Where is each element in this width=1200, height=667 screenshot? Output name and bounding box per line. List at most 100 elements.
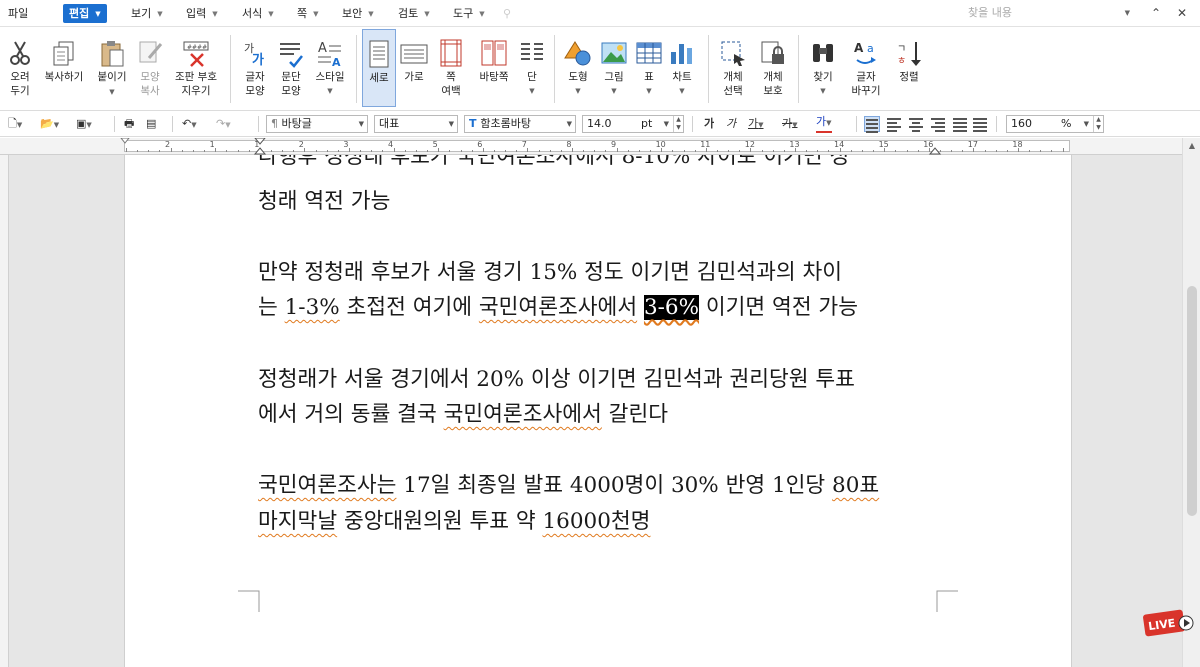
menu-format[interactable]: 서식 ▼	[242, 4, 274, 23]
background-page-label: 바탕쪽	[479, 71, 509, 83]
chevron-down-icon: ▼	[268, 9, 274, 18]
find-label: 찾기	[813, 71, 833, 83]
format-copy-button[interactable]: 모양 복사	[134, 29, 166, 107]
chevron-down-icon: ▼	[16, 121, 23, 129]
sort-icon: ㄱㅎ	[897, 42, 921, 67]
table-label: 표	[644, 71, 654, 83]
paste-button[interactable]: 붙이기 ▼	[94, 29, 130, 107]
undo-icon[interactable]: ↶▼	[182, 115, 197, 133]
replace-button[interactable]: Aa 글자 바꾸기	[846, 29, 886, 107]
italic-button[interactable]: 가	[726, 115, 736, 133]
align-distribute-button[interactable]	[952, 116, 968, 132]
menu-tools[interactable]: 도구 ▼	[453, 4, 485, 23]
columns-button[interactable]: 단 ▼	[516, 29, 548, 107]
collapse-ribbon-icon[interactable]: ⌃	[1146, 3, 1166, 23]
svg-text:ㅎ: ㅎ	[897, 56, 906, 67]
strikethrough-button[interactable]: 가▼	[782, 115, 798, 133]
search-input[interactable]: 찾을 내용 ▼	[964, 3, 1134, 23]
ruler-tick	[226, 150, 228, 152]
tab-stop-icon[interactable]	[120, 138, 130, 155]
background-page-button[interactable]: 바탕쪽	[474, 29, 514, 107]
zoom-input[interactable]: 160% ▼ ▲ ▼	[1006, 115, 1104, 133]
close-icon[interactable]: ✕	[1172, 3, 1192, 23]
ruler-tick	[460, 150, 462, 152]
document-line[interactable]: 마지막날 중앙대원의원 투표 약 16000천명	[258, 504, 938, 535]
scrollbar-thumb[interactable]	[1187, 286, 1197, 516]
bold-button[interactable]: 가	[704, 115, 714, 133]
document-line[interactable]: 청래 역전 가능	[258, 184, 938, 215]
font-color-button[interactable]: 가▼	[816, 115, 832, 133]
font-size-spinner[interactable]: ▲ ▼	[673, 116, 683, 132]
align-center-button[interactable]	[908, 116, 924, 132]
document-line[interactable]: 정청래가 서울 경기에서 20% 이상 이기면 김민석과 권리당원 투표	[258, 362, 938, 393]
line-text: 갈린다	[601, 402, 669, 427]
object-select-button[interactable]: 개체 선택	[716, 29, 750, 107]
underline-button[interactable]: 가▼	[748, 115, 764, 133]
redo-icon[interactable]: ↷▼	[216, 115, 231, 133]
document-line[interactable]: 만약 정청래 후보가 서울 경기 15% 정도 이기면 김민석과의 차이	[258, 255, 938, 286]
find-button[interactable]: 찾기 ▼	[806, 29, 840, 107]
style-select[interactable]: ¶ 바탕글 ▼	[266, 115, 368, 133]
chevron-down-icon: ▼	[646, 87, 652, 95]
picture-button[interactable]: 그림 ▼	[598, 29, 630, 107]
document-line[interactable]: 에서 거의 동률 결국 국민여론조사에서 갈린다	[258, 397, 938, 428]
chevron-down-icon[interactable]: ▼	[1125, 3, 1130, 23]
ruler-tick	[1051, 150, 1053, 152]
ruler-tick	[293, 150, 295, 152]
portrait-button[interactable]: 세로	[362, 29, 396, 107]
align-right-button[interactable]	[930, 116, 946, 132]
ruler-tick	[672, 150, 674, 152]
print-preview-icon[interactable]: ▤	[146, 115, 156, 133]
columns-label: 단	[527, 71, 537, 83]
language-select[interactable]: 대표 ▼	[374, 115, 458, 133]
pin-icon[interactable]: ⚲	[503, 4, 511, 23]
selected-text[interactable]: 3-6%	[643, 295, 700, 320]
menu-review[interactable]: 검토 ▼	[398, 4, 430, 23]
ruler-tick	[627, 150, 629, 152]
scroll-up-icon[interactable]: ▲	[1183, 138, 1200, 154]
right-indent-marker-icon[interactable]	[929, 138, 941, 155]
toolbar-separator	[996, 116, 997, 132]
menu-view[interactable]: 보기 ▼	[131, 4, 163, 23]
menu-file[interactable]: 파일	[8, 4, 28, 23]
landscape-button[interactable]: 가로	[398, 29, 430, 107]
shape-button[interactable]: 도형 ▼	[562, 29, 594, 107]
clear-code-button[interactable]: #### 조판 부호 지우기	[170, 29, 222, 107]
menu-security[interactable]: 보안 ▼	[342, 4, 374, 23]
font-select[interactable]: T 함초롬바탕 ▼	[464, 115, 576, 133]
ribbon-separator	[798, 35, 799, 103]
save-icon[interactable]: ▣▼	[76, 115, 92, 133]
ruler-tick	[1018, 148, 1019, 152]
chart-button[interactable]: 차트 ▼	[666, 29, 698, 107]
new-document-icon[interactable]: 🗋▼	[8, 115, 22, 133]
horizontal-ruler[interactable]: 2 1 1 2 3 4 5 6 7 8 9 10 11 12 13 14 15 16 17 18	[0, 138, 1200, 155]
margins-button[interactable]: 쪽 여백	[434, 29, 468, 107]
object-protect-button[interactable]: 개체 보호	[756, 29, 790, 107]
para-shape-button[interactable]: 문단 모양	[274, 29, 308, 107]
print-icon[interactable]: 🖶	[124, 115, 134, 133]
document-line[interactable]: 다행후 정청래 후보가 국민여론조사에서 8-10% 차이로 이기면 정	[258, 155, 938, 170]
open-folder-icon[interactable]: 📂▼	[40, 115, 59, 133]
menu-page[interactable]: 쪽 ▼	[297, 4, 319, 23]
table-button[interactable]: 표 ▼	[634, 29, 664, 107]
chevron-down-icon: ▼	[95, 9, 101, 18]
menu-edit[interactable]: 편집 ▼	[63, 4, 107, 23]
vertical-scrollbar[interactable]: ▲	[1182, 138, 1200, 667]
ruler-tick	[326, 150, 328, 152]
style-button[interactable]: AA 스타일 ▼	[310, 29, 350, 107]
document-line[interactable]: 는 1-3% 초접전 여기에 국민여론조사에서 3-6% 이기면 역전 가능	[258, 290, 938, 321]
align-left-button[interactable]	[886, 116, 902, 132]
copy-button[interactable]: 복사하기	[40, 29, 88, 107]
char-shape-button[interactable]: 가가 글자 모양	[238, 29, 272, 107]
ruler-tick	[204, 150, 206, 152]
align-divide-button[interactable]	[972, 116, 988, 132]
cut-button[interactable]: 오려 두기	[4, 29, 36, 107]
align-justify-button[interactable]	[864, 116, 880, 133]
font-size-input[interactable]: 14.0 pt ▼ ▲ ▼	[582, 115, 684, 133]
sort-button[interactable]: ㄱㅎ 정렬	[892, 29, 926, 107]
toolbar-separator	[258, 116, 259, 132]
menu-insert[interactable]: 입력 ▼	[186, 4, 218, 23]
zoom-spinner[interactable]: ▲ ▼	[1093, 116, 1103, 132]
document-line[interactable]: 국민여론조사는 17일 최종일 발표 4000명이 30% 반영 1인당 80표	[258, 468, 938, 499]
indent-marker-icon[interactable]	[254, 138, 266, 155]
